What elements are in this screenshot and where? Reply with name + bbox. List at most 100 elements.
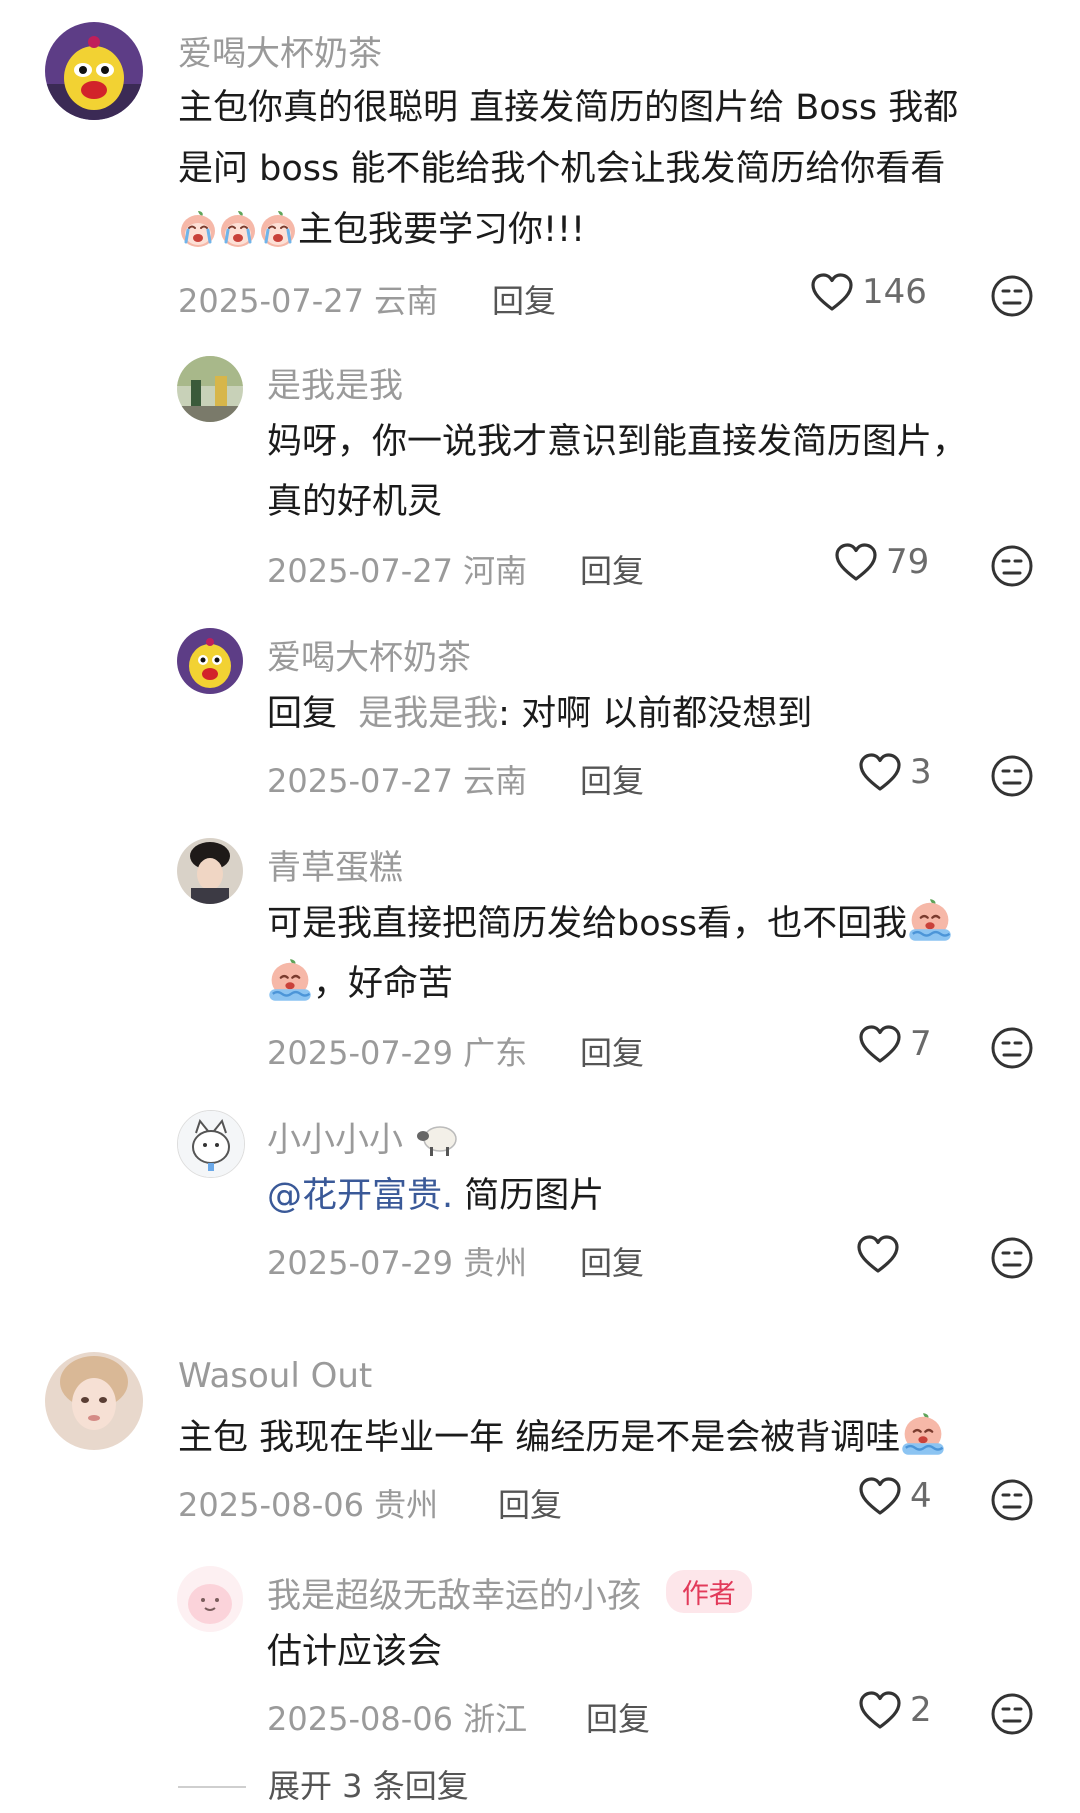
comment-text-line: 真的好机灵 — [267, 482, 443, 522]
reply-button[interactable]: 回复 — [580, 546, 644, 592]
like-count: 2 — [910, 1690, 932, 1730]
dislike-icon[interactable] — [990, 1026, 1034, 1070]
comment-text-line: 可是我直接把简历发给boss看，也不回我 — [267, 894, 953, 954]
heart-icon — [856, 1234, 900, 1274]
like-count: 7 — [910, 1024, 932, 1064]
comment-text-line: @花开富贵. 简历图片 — [267, 1166, 604, 1226]
author-badge: 作者 — [665, 1570, 752, 1613]
avatar[interactable] — [177, 838, 243, 904]
comment-text-segment: 主包 我现在毕业一年 编经历是不是会被背调哇 — [178, 1418, 901, 1458]
heart-icon — [858, 1476, 902, 1516]
comment-text: 妈呀，你一说我才意识到能直接发简历图片， 真的好机灵 — [267, 412, 967, 532]
reply-button[interactable]: 回复 — [498, 1480, 562, 1526]
comment-1: 爱喝大杯奶茶 主包你真的很聪明 直接发简历的图片给 Boss 我都 是问 bos… — [0, 0, 1080, 320]
date-location: 2025-07-29 贵州 — [267, 1244, 528, 1282]
dislike-icon[interactable] — [990, 274, 1034, 318]
comment-text-line: 是问 boss 能不能给我个机会让我发简历给你看看 — [178, 149, 946, 189]
username-text: 我是超级无敌幸运的小孩 — [267, 1576, 641, 1616]
like-button[interactable] — [856, 1234, 908, 1274]
avatar[interactable] — [177, 1110, 245, 1178]
divider-line — [178, 1786, 246, 1788]
dislike-icon[interactable] — [990, 1236, 1034, 1280]
reply-button[interactable]: 回复 — [580, 756, 644, 802]
reply-button[interactable]: 回复 — [492, 276, 556, 322]
mention-link[interactable]: @花开富贵. — [267, 1176, 453, 1216]
reply-button[interactable]: 回复 — [580, 1028, 644, 1074]
dislike-icon[interactable] — [990, 1692, 1034, 1736]
avatar[interactable] — [45, 1352, 143, 1450]
avatar[interactable] — [177, 356, 243, 422]
comment-text-segment: ，好命苦 — [313, 964, 454, 1004]
like-count: 4 — [910, 1476, 932, 1516]
like-button[interactable]: 146 — [810, 272, 927, 312]
username-text: 小小小小 — [267, 1120, 403, 1160]
comment-text-line: 主包 我现在毕业一年 编经历是不是会被背调哇 — [178, 1408, 946, 1469]
username[interactable]: 是我是我 — [267, 358, 403, 407]
reply-comment-4: 小小小小 @花开富贵. 简历图片 2025-07-29 贵州 回复 — [0, 1104, 1080, 1304]
pink-blob-avatar-icon — [177, 1566, 243, 1632]
reply-button[interactable]: 回复 — [580, 1238, 644, 1284]
heart-icon — [858, 1024, 902, 1064]
comment-text-line: 主包你真的很聪明 直接发简历的图片给 Boss 我都 — [178, 88, 959, 128]
comment-text-line-3: 主包我要学习你!!! — [178, 200, 958, 261]
date-location: 2025-07-27 河南 — [267, 552, 528, 590]
like-button[interactable]: 3 — [858, 752, 932, 792]
reply-prefix: 回复 — [267, 694, 338, 734]
comment-text: 主包你真的很聪明 直接发简历的图片给 Boss 我都 是问 boss 能不能给我… — [178, 78, 958, 261]
like-count: 146 — [862, 272, 927, 312]
like-button[interactable]: 7 — [858, 1024, 932, 1064]
reply-comment-2: 爱喝大杯奶茶 回复 是我是我: 对啊 以前都没想到 2025-07-27 云南 … — [0, 622, 1080, 822]
crying-peach-emoji-icon — [267, 957, 313, 1003]
username[interactable]: 小小小小 — [267, 1112, 462, 1161]
crying-peach-emoji-icon — [907, 897, 953, 943]
crying-peach-emoji-icon — [218, 209, 258, 249]
like-button[interactable]: 79 — [834, 542, 929, 582]
comment-text-segment: 主包我要学习你!!! — [298, 210, 586, 250]
heart-icon — [834, 542, 878, 582]
avatar[interactable] — [177, 628, 243, 694]
comment-text-segment: 可是我直接把简历发给boss看，也不回我 — [267, 904, 908, 944]
date-location: 2025-07-29 广东 — [267, 1034, 528, 1072]
date-location: 2025-08-06 浙江 — [267, 1700, 528, 1738]
dislike-icon[interactable] — [990, 544, 1034, 588]
dislike-icon[interactable] — [990, 1478, 1034, 1522]
like-button[interactable]: 2 — [858, 1690, 932, 1730]
username[interactable]: Wasoul Out — [178, 1356, 372, 1396]
portrait-avatar-icon — [45, 1352, 143, 1450]
reply-to-username[interactable]: 是我是我 — [358, 694, 498, 734]
reply-button[interactable]: 回复 — [586, 1694, 650, 1740]
date-location: 2025-08-06 贵州 — [178, 1486, 439, 1524]
comment-text: 估计应该会 — [267, 1622, 442, 1682]
comment-text-line: 回复 是我是我: 对啊 以前都没想到 — [267, 684, 812, 744]
like-button[interactable]: 4 — [858, 1476, 932, 1516]
crying-peach-emoji-icon — [258, 209, 298, 249]
avatar[interactable] — [45, 22, 143, 120]
reply-comment-3: 青草蛋糕 可是我直接把简历发给boss看，也不回我 ，好命苦 2025-07-2… — [0, 832, 1080, 1082]
cartoon-avatar-icon — [45, 22, 143, 120]
cat-avatar-icon — [178, 1111, 244, 1177]
crying-peach-emoji-icon — [178, 209, 218, 249]
comment-text-segment: : 对啊 以前都没想到 — [498, 694, 813, 734]
date-location: 2025-07-27 云南 — [267, 762, 528, 800]
username[interactable]: 我是超级无敌幸运的小孩 作者 — [267, 1568, 752, 1617]
scene-avatar-icon — [177, 356, 243, 422]
comment-text-line: 妈呀，你一说我才意识到能直接发简历图片， — [267, 422, 968, 462]
comment-2: Wasoul Out 主包 我现在毕业一年 编经历是不是会被背调哇 2025-0… — [0, 1348, 1080, 1538]
comment-text: @花开富贵. 简历图片 — [267, 1166, 604, 1226]
crying-peach-emoji-icon — [900, 1411, 946, 1457]
reply-comment-1: 是我是我 妈呀，你一说我才意识到能直接发简历图片， 真的好机灵 2025-07-… — [0, 350, 1080, 600]
username[interactable]: 爱喝大杯奶茶 — [267, 630, 471, 679]
like-count: 79 — [886, 542, 930, 582]
portrait-avatar-icon — [177, 838, 243, 904]
comment-text-segment: 简历图片 — [453, 1176, 605, 1216]
avatar[interactable] — [177, 1566, 243, 1632]
username[interactable]: 爱喝大杯奶茶 — [178, 26, 382, 75]
expand-replies[interactable]: 展开 3 条回复 — [178, 1766, 469, 1813]
username[interactable]: 青草蛋糕 — [267, 840, 403, 889]
cartoon-avatar-icon — [177, 628, 243, 694]
comment-text: 回复 是我是我: 对啊 以前都没想到 — [267, 684, 812, 744]
comment-text-line: ，好命苦 — [267, 954, 953, 1014]
dislike-icon[interactable] — [990, 754, 1034, 798]
reply-comment-5: 我是超级无敌幸运的小孩 作者 估计应该会 2025-08-06 浙江 回复 2 — [0, 1562, 1080, 1762]
heart-icon — [810, 272, 854, 312]
